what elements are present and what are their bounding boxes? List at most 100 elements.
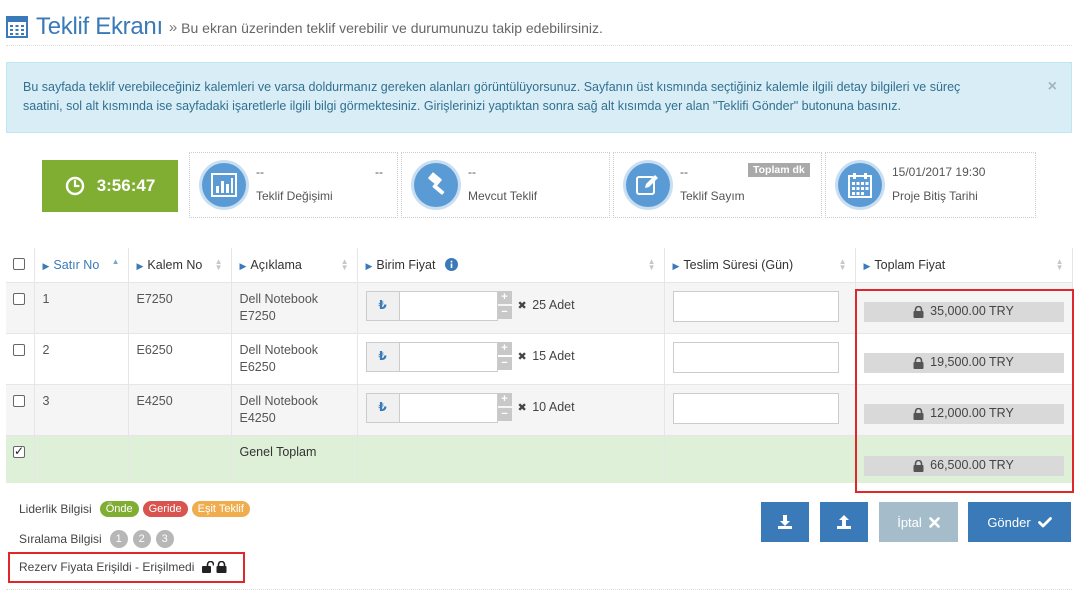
rank-badge: 2 [132, 530, 151, 548]
title-separator: » [168, 19, 178, 36]
grand-total-price: 66,500.00 TRY [863, 455, 1064, 476]
reserve-label: Rezerv Fiyata Erişildi - Erişilmedi [19, 560, 195, 574]
edit-icon [636, 175, 658, 195]
item-no: E6250 [128, 332, 232, 384]
quantity-label: ✖ 15 Adet [517, 348, 575, 363]
increment-button[interactable]: + [497, 392, 512, 406]
stat-project-end: 15/01/2017 19:30 Proje Bitiş Tarihi [825, 152, 1036, 218]
item-description: Dell Notebook E4250 [231, 383, 358, 435]
info-icon[interactable] [444, 257, 458, 271]
col-unit-price[interactable]: ▶ Birim Fiyat ▲ ▼ [357, 248, 665, 282]
increment-button[interactable]: + [497, 290, 512, 304]
unit-price-input[interactable] [399, 392, 498, 423]
check-icon [1037, 516, 1052, 527]
chart-icon [211, 173, 237, 197]
caret-right-icon: ▶ [136, 260, 144, 271]
grand-total-row: Genel Toplam 66,500.00 TRY [6, 434, 1073, 483]
reserve-legend: Rezerv Fiyata Erişildi - Erişilmedi [19, 560, 227, 574]
send-label: Gönder [987, 514, 1031, 530]
lock-icon [913, 459, 924, 472]
select-all-checkbox[interactable] [13, 258, 25, 271]
stat-bid-change-value: -- [256, 165, 264, 179]
caret-right-icon: ▶ [672, 260, 680, 271]
alert-text-line2: saatini, sol alt kısmında ise sayfadaki … [23, 99, 902, 113]
caret-right-icon: ▶ [863, 260, 871, 271]
stat-bid-count-label: Teklif Sayım [680, 189, 745, 203]
row-no: 1 [34, 281, 129, 333]
gavel-icon [428, 172, 445, 195]
upload-icon [837, 515, 851, 529]
stat-project-end-label: Proje Bitiş Tarihi [892, 189, 978, 203]
leadership-legend: Liderlik Bilgisi Önde Geride Eşit Teklif [19, 501, 250, 517]
lock-icon [913, 356, 924, 369]
sort-asc-icon: ▲ [111, 257, 120, 266]
sort-icon: ▲ ▼ [1055, 257, 1064, 272]
rank-badge: 3 [155, 530, 174, 548]
cancel-button[interactable]: İptal [879, 502, 958, 542]
increment-button[interactable]: + [497, 341, 512, 355]
download-button[interactable] [761, 502, 809, 542]
col-delivery[interactable]: ▶ Teslim Süresi (Gün) ▲ ▼ [664, 248, 856, 282]
stat-bid-change-label: Teklif Değişimi [256, 189, 333, 203]
row-total-price: 12,000.00 TRY [863, 403, 1064, 424]
lock-icon [913, 407, 924, 420]
lira-icon: ₺ [365, 290, 400, 321]
grand-total-label: Genel Toplam [231, 434, 358, 483]
col-description[interactable]: ▶ Açıklama ▲ ▼ [231, 248, 358, 282]
cancel-label: İptal [897, 514, 922, 530]
page-subtitle: Bu ekran üzerinden teklif verebilir ve d… [181, 20, 603, 36]
lira-icon: ₺ [365, 392, 400, 423]
row-no: 2 [34, 332, 129, 384]
col-item-no[interactable]: ▶ Kalem No ▲ ▼ [128, 248, 232, 282]
unit-price-input[interactable] [399, 290, 498, 321]
caret-right-icon: ▶ [365, 260, 373, 271]
stat-bid-count-value: -- [680, 165, 688, 179]
calendar-icon [848, 173, 872, 198]
send-button[interactable]: Gönder [968, 502, 1071, 542]
times-icon: ✖ [517, 350, 527, 363]
clock-icon [65, 176, 84, 196]
delivery-days-input[interactable] [672, 341, 839, 373]
ahead-badge: Önde [99, 501, 139, 517]
bid-items-table: ▶ Satır No ▲ ▶ Kalem No ▲ ▼ ▶ Açıklama ▲ ▼ ▶ Biri… [6, 248, 1073, 483]
upload-button[interactable] [820, 502, 868, 542]
stat-current-bid-label: Mevcut Teklif [468, 189, 538, 203]
stat-bid-change-value2: -- [375, 165, 383, 179]
delivery-days-input[interactable] [672, 392, 839, 424]
total-minutes-badge: Toplam dk [748, 163, 810, 177]
close-icon[interactable]: × [1048, 77, 1057, 96]
stat-bid-count: -- Toplam dk Teklif Sayım [613, 152, 822, 218]
lock-icon [216, 561, 227, 573]
row-checkbox[interactable] [13, 343, 25, 356]
item-description: Dell Notebook E7250 [231, 281, 358, 333]
lira-icon: ₺ [365, 341, 400, 372]
row-total-price: 35,000.00 TRY [863, 301, 1064, 322]
table-row: 1 E7250 Dell Notebook E7250 ₺ + − ✖ 25 Ade… [6, 281, 1073, 333]
row-checkbox[interactable] [13, 292, 25, 305]
rank-badge: 1 [109, 530, 128, 548]
stat-project-end-value: 15/01/2017 19:30 [892, 165, 986, 179]
item-no: E7250 [128, 281, 232, 333]
delivery-days-input[interactable] [672, 290, 839, 322]
row-no: 3 [34, 383, 129, 435]
grand-total-checkbox[interactable] [13, 443, 25, 460]
decrement-button[interactable]: − [497, 407, 512, 421]
ranking-legend: Sıralama Bilgisi 1 2 3 [19, 530, 174, 548]
caret-right-icon: ▶ [239, 260, 247, 271]
unit-price-input[interactable] [399, 341, 498, 372]
item-description: Dell Notebook E6250 [231, 332, 358, 384]
decrement-button[interactable]: − [497, 305, 512, 319]
close-icon [928, 516, 940, 528]
info-alert: Bu sayfada teklif verebileceğiniz kaleml… [6, 62, 1072, 133]
decrement-button[interactable]: − [497, 356, 512, 370]
caret-right-icon: ▶ [42, 260, 50, 271]
page-header: Teklif Ekranı » Bu ekran üzerinden tekli… [6, 8, 1072, 46]
col-total[interactable]: ▶ Toplam Fiyat ▲ ▼ [855, 248, 1073, 282]
col-row-no[interactable]: ▶ Satır No ▲ [34, 248, 129, 282]
sort-icon: ▲ ▼ [340, 257, 349, 272]
row-checkbox[interactable] [13, 394, 25, 407]
countdown-time: 3:56:47 [96, 176, 156, 195]
sort-icon: ▲ ▼ [838, 257, 847, 272]
lock-icon [913, 305, 924, 318]
download-icon [778, 515, 792, 529]
